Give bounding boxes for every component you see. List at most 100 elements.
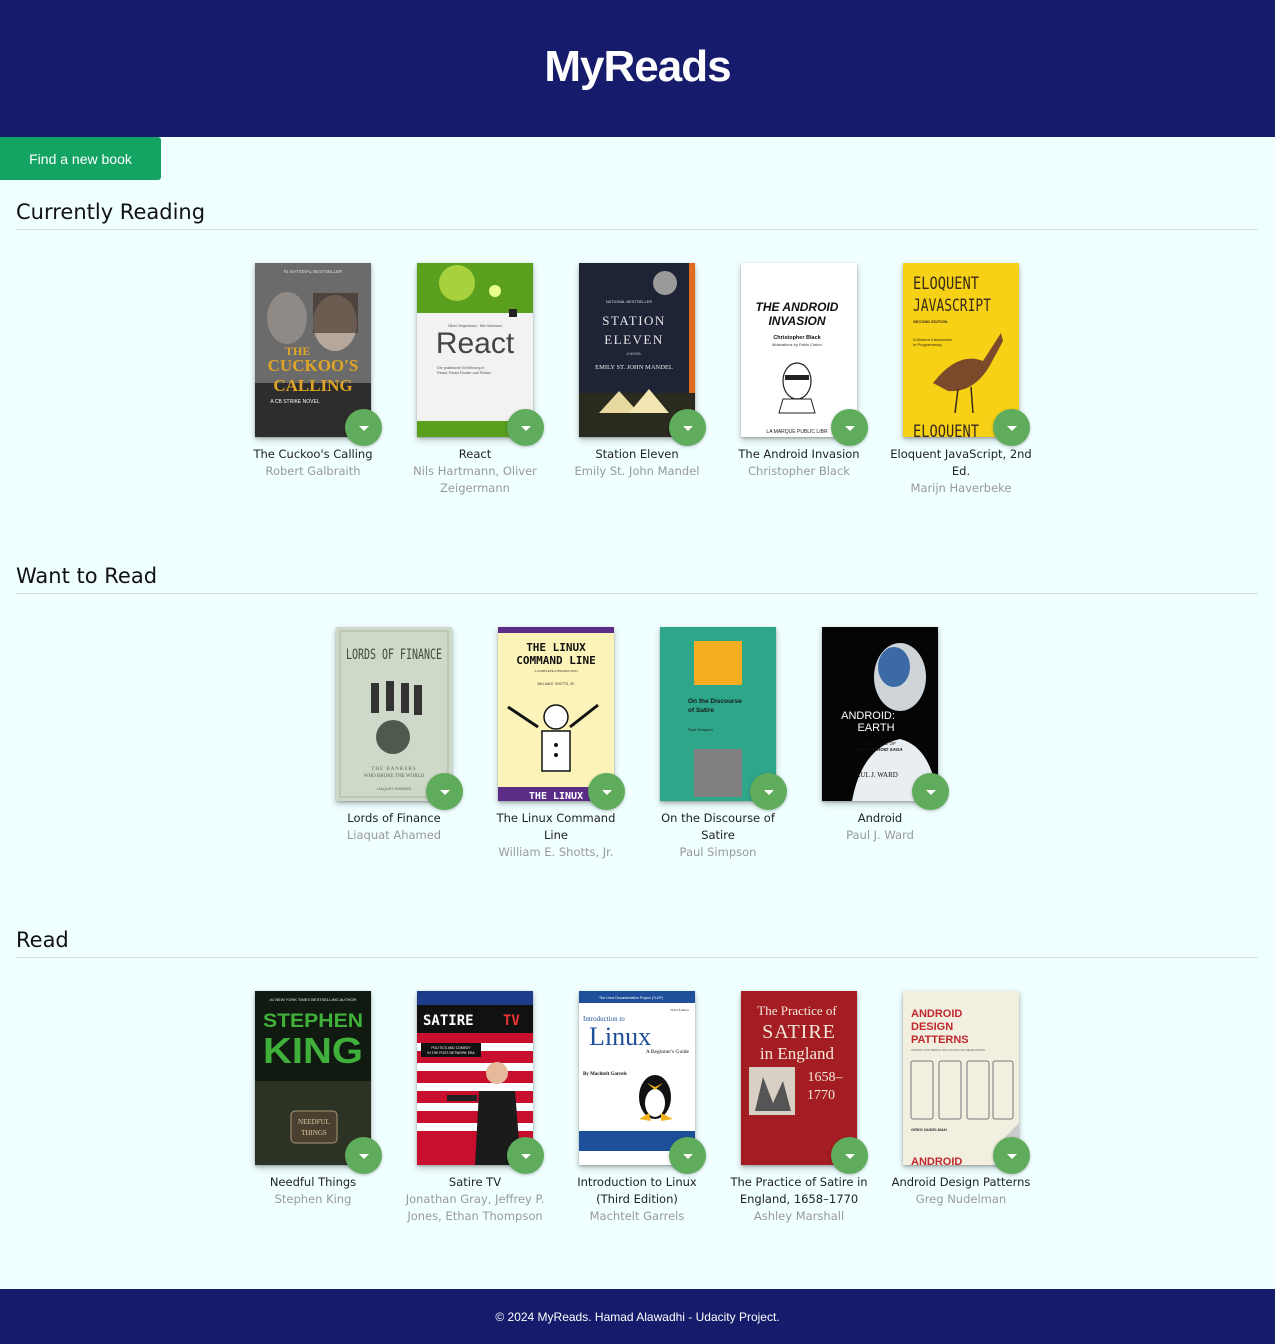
cover-text: 1770 (807, 1088, 835, 1103)
shelf-changer-button[interactable] (345, 409, 382, 446)
cover-text: SECOND EDITION (913, 319, 948, 324)
cover-text: THE LINUX (526, 641, 586, 654)
cover-text: CUCKOO'S (268, 356, 359, 375)
cover-text: A COMPLETE INTRODUCTION (534, 669, 577, 673)
cover-text: #1 NEW YORK TIMES BESTSELLING AUTHOR (270, 997, 357, 1002)
shelf-changer-button[interactable] (669, 1137, 706, 1174)
book-authors: Stephen King (274, 1192, 352, 1206)
cover-text: LIAQUAT AHAMED (377, 786, 412, 791)
cover-text: STEPHEN (263, 1011, 363, 1032)
cover-text: EARTH (857, 722, 894, 734)
cover-text: WILLIAM E. SHOTTS, JR. (537, 682, 574, 686)
cover-text: React (436, 327, 515, 360)
book-item: ANDROID DESIGN PATTERNS INTERACTION DESI… (880, 991, 1042, 1225)
cover-text: A CB STRIKE NOVEL (270, 399, 319, 405)
book-authors: Nils Hartmann, Oliver Zeigermann (413, 464, 537, 495)
chevron-down-icon (844, 426, 855, 431)
app-title: MyReads (544, 41, 731, 91)
cover-text: NEEDFUL (298, 1118, 330, 1126)
book-title: The Cuckoo's Calling (253, 447, 373, 461)
book-item: The Practice of SATIRE in England 1658– … (718, 991, 880, 1225)
cover-text: A NOVEL (627, 352, 642, 356)
chevron-down-icon (1006, 1154, 1017, 1159)
cover-text: ANDROID (911, 1008, 962, 1020)
shelf-changer-button[interactable] (831, 1137, 868, 1174)
book-title: The Android Invasion (738, 447, 860, 461)
cover-text: BOOK ONE OF (864, 741, 896, 746)
cover-text: THE BANKERS (371, 767, 416, 772)
cover-text: INVASION (768, 314, 825, 328)
shelf-changer-button[interactable] (507, 1137, 544, 1174)
book-title: Satire TV (448, 1175, 502, 1189)
cover-text: DESIGN (911, 1021, 953, 1033)
shelf-read: Read #1 NEW YORK TIMES BESTSELLING AUTHO… (16, 928, 1258, 1225)
cover-text: to Programming (913, 342, 941, 347)
chevron-down-icon (520, 1154, 531, 1159)
cover-text: SATIRE (762, 1021, 836, 1043)
shelf-changer-button[interactable] (993, 1137, 1030, 1174)
chevron-down-icon (520, 426, 531, 431)
cover-text: React, React Router und Redux (437, 371, 491, 375)
book-authors: Christopher Black (748, 464, 850, 478)
book-title: Introduction to Linux (Third Edition) (577, 1175, 697, 1206)
cover-text: CALLING (273, 376, 352, 395)
cover-text: A Beginner's Guide (646, 1049, 690, 1055)
cover-text: ANDROID: (841, 710, 895, 722)
books-grid: LORDS OF FINANCE THE BANKERS WHO BROKE T… (16, 627, 1258, 861)
book-title: The Linux Command Line (496, 811, 616, 842)
cover-text: COMMAND LINE (516, 654, 595, 667)
book-item: ANDROID: EARTH BOOK ONE OF THE ANDROID S… (799, 627, 961, 861)
book-authors: Liaquat Ahamed (346, 828, 442, 842)
chevron-down-icon (1006, 426, 1017, 431)
cover-text: TV (503, 1013, 520, 1029)
book-title: The Practice of Satire in England, 1658–… (730, 1175, 868, 1206)
book-item: Oliver Zeigermann · Nils Hartmann React … (394, 263, 556, 497)
find-new-book-button[interactable]: Find a new book (0, 137, 161, 180)
chevron-down-icon (925, 790, 936, 795)
book-item: SATIRE TV POLITICS AND COMEDY IN THE POS… (394, 991, 556, 1225)
book-title: Android Design Patterns (891, 1175, 1031, 1189)
cover-text: PATTERNS (911, 1034, 969, 1046)
shelf-changer-button[interactable] (831, 409, 868, 446)
book-title: Android (857, 811, 903, 825)
cover-text: The Linux Documentation Project (TLDP) (599, 996, 663, 1000)
shelf-changer-button[interactable] (912, 773, 949, 810)
book-item: THE ANDROID INVASION Christopher Black I… (718, 263, 880, 497)
books-grid: #1 NATIONAL BESTSELLER THE CUCKOO'S CALL… (16, 263, 1258, 497)
shelf-changer-button[interactable] (507, 409, 544, 446)
shelf-changer-button[interactable] (588, 773, 625, 810)
chevron-down-icon (601, 790, 612, 795)
shelf-changer-button[interactable] (426, 773, 463, 810)
app-header: MyReads (0, 0, 1275, 137)
book-authors: Paul J. Ward (846, 828, 914, 842)
cover-text: of Satire (688, 707, 714, 714)
book-title: On the Discourse of Satire (661, 811, 775, 842)
book-authors: Greg Nudelman (915, 1192, 1007, 1206)
footer-text: © 2024 MyReads. Hamad Alawadhi - Udacity… (495, 1309, 780, 1324)
cover-text: ELOQUENT (913, 422, 979, 437)
chevron-down-icon (439, 790, 450, 795)
cover-text: 1658– (808, 1070, 844, 1085)
book-authors: Robert Galbraith (265, 464, 361, 478)
cover-text: THE LINUX (529, 791, 583, 801)
shelf-changer-button[interactable] (669, 409, 706, 446)
shelf-changer-button[interactable] (750, 773, 787, 810)
cover-text: Die praktische Einführung in (437, 366, 485, 370)
book-authors: Paul Simpson (679, 845, 757, 859)
cover-text: LORDS OF FINANCE (346, 647, 442, 663)
shelf-changer-button[interactable] (993, 409, 1030, 446)
shelf-currently-reading: Currently Reading #1 NATIONAL BESTSELLER… (16, 200, 1258, 497)
cover-text: Third Edition (670, 1008, 689, 1012)
book-item: THE LINUX COMMAND LINE A COMPLETE INTROD… (475, 627, 637, 861)
chevron-down-icon (763, 790, 774, 795)
cover-text: By Machtelt Garrels (583, 1072, 627, 1077)
shelf-title: Read (16, 928, 1258, 958)
cover-text: NATIONAL BESTSELLER (606, 299, 653, 304)
cover-text: THE ANDROID SAGA (857, 747, 902, 752)
cover-text: POLITICS AND COMEDY (431, 1046, 471, 1050)
cover-text: Christopher Black (773, 335, 821, 341)
shelf-changer-button[interactable] (345, 1137, 382, 1174)
book-item: On the Discourse of Satire Paul Simpson … (637, 627, 799, 861)
cover-text: LA MARQUE PUBLIC LIBR (766, 429, 828, 435)
book-item: LORDS OF FINANCE THE BANKERS WHO BROKE T… (313, 627, 475, 861)
